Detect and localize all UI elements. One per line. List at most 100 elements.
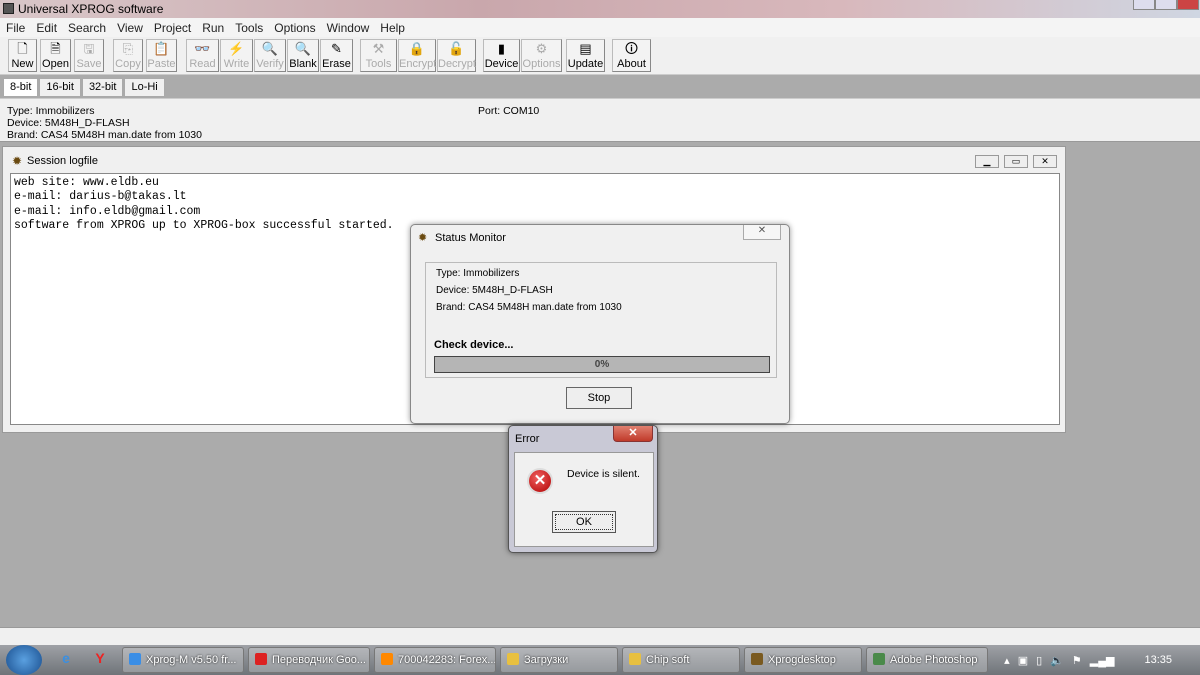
menu-project[interactable]: Project <box>154 21 191 35</box>
toolbar-write-button[interactable]: ⚡ Write <box>220 39 253 72</box>
taskbar-item[interactable]: Xprogdesktop <box>744 647 862 673</box>
session-minimize-button[interactable]: ▁ <box>975 155 999 168</box>
app-icon <box>129 653 141 665</box>
taskbar-item[interactable]: Chip soft <box>622 647 740 673</box>
error-title: Error <box>515 433 540 445</box>
menu-tools[interactable]: Tools <box>235 21 263 35</box>
tray-device-icon[interactable]: ▯ <box>1036 654 1042 667</box>
toolbar-device-button[interactable]: ▮ Device <box>483 39 520 72</box>
toolbar-label: Write <box>223 58 250 70</box>
log-line: e-mail: darius-b@takas.lt <box>14 190 187 204</box>
toolbar-options-button[interactable]: ⚙ Options <box>521 39 562 72</box>
read-icon: 👓 <box>194 41 211 56</box>
toolbar-decrypt-button[interactable]: 🔓 Decrypt <box>437 39 476 72</box>
toolbar-label: Copy <box>115 58 141 70</box>
taskbar-item[interactable]: 700042283: Forex... <box>374 647 496 673</box>
tab-lo-hi[interactable]: Lo-Hi <box>124 78 165 97</box>
open-icon: 🗎 <box>50 41 61 56</box>
minimize-button[interactable] <box>1133 0 1155 10</box>
info-brand: Brand: CAS4 5M48H man.date from 1030 <box>7 129 202 141</box>
toolbar-blank-button[interactable]: 🔍 Blank <box>287 39 319 72</box>
menu-window[interactable]: Window <box>327 21 370 35</box>
start-button[interactable] <box>6 645 42 675</box>
toolbar-about-button[interactable]: 🛈 About <box>612 39 651 72</box>
toolbar-read-button[interactable]: 👓 Read <box>186 39 219 72</box>
error-close-button[interactable]: ✕ <box>613 426 653 442</box>
menu-view[interactable]: View <box>117 21 143 35</box>
toolbar: 🗋 New 🗎 Open 🖫 Save ⎘ Copy 📋 Paste 👓 Read ⚡ Write 🔍 Ver… <box>0 37 1200 75</box>
toolbar-open-button[interactable]: 🗎 Open <box>40 39 71 72</box>
bug-icon: ✹ <box>12 154 23 168</box>
taskbar-item[interactable]: Переводчик Goo... <box>248 647 370 673</box>
toolbar-copy-button[interactable]: ⎘ Copy <box>113 39 143 72</box>
toolbar-new-button[interactable]: 🗋 New <box>8 39 37 72</box>
session-close-button[interactable]: ✕ <box>1033 155 1057 168</box>
app-icon <box>3 3 14 14</box>
taskbar-item[interactable]: Adobe Photoshop <box>866 647 988 673</box>
menu-edit[interactable]: Edit <box>36 21 57 35</box>
network-warning-icon[interactable]: ⚑ <box>1072 654 1082 667</box>
tools-icon: ⚒ <box>372 41 385 56</box>
new-file-icon: 🗋 <box>17 41 28 56</box>
taskbar-item[interactable]: Xprog-M v5.50 fr... <box>122 647 244 673</box>
menu-file[interactable]: File <box>6 21 25 35</box>
menu-search[interactable]: Search <box>68 21 106 35</box>
tray-app-icon[interactable]: ▣ <box>1018 654 1028 667</box>
toolbar-erase-button[interactable]: ✎ Erase <box>320 39 353 72</box>
yandex-icon[interactable]: Y <box>90 650 110 670</box>
taskbar-item-label: Xprogdesktop <box>768 654 836 666</box>
blank-check-icon: 🔍 <box>294 41 312 56</box>
tab-16-bit[interactable]: 16-bit <box>39 78 81 97</box>
status-bar <box>0 627 1200 645</box>
volume-icon[interactable]: 🔈 <box>1050 654 1064 667</box>
progress-bar: 0% <box>434 356 770 373</box>
taskbar-item-label: Chip soft <box>646 654 690 666</box>
tab-32-bit[interactable]: 32-bit <box>81 78 124 97</box>
toolbar-label: Read <box>189 58 216 70</box>
close-button[interactable] <box>1177 0 1199 10</box>
toolbar-label: Open <box>42 58 69 70</box>
stop-button[interactable]: Stop <box>566 387 632 409</box>
app-icon <box>629 653 641 665</box>
bit-mode-tabs: 8-bit 16-bit 32-bit Lo-Hi <box>0 78 166 97</box>
app-icon <box>507 653 519 665</box>
progress-label: 0% <box>594 359 610 370</box>
ok-button[interactable]: OK <box>552 511 616 533</box>
menu-run[interactable]: Run <box>202 21 224 35</box>
menu-options[interactable]: Options <box>274 21 315 35</box>
toolbar-save-button[interactable]: 🖫 Save <box>74 39 104 72</box>
tab-8-bit[interactable]: 8-bit <box>3 78 39 97</box>
toolbar-label: New <box>11 58 34 70</box>
toolbar-tools-button[interactable]: ⚒ Tools <box>360 39 397 72</box>
copy-icon: ⎘ <box>122 41 134 56</box>
toolbar-label: Blank <box>289 58 317 70</box>
toolbar-label: Verify <box>256 58 284 70</box>
app-icon <box>751 653 763 665</box>
error-dialog: Error ✕ ✕ Device is silent. OK <box>508 425 658 553</box>
toolbar-label: Paste <box>147 58 176 70</box>
error-message: Device is silent. <box>567 468 640 480</box>
status-device: Device: 5M48H_D-FLASH <box>436 285 553 296</box>
internet-explorer-icon[interactable]: e <box>56 650 76 670</box>
taskbar-item-label: Xprog-M v5.50 fr... <box>146 654 237 666</box>
toolbar-paste-button[interactable]: 📋 Paste <box>146 39 177 72</box>
signal-icon[interactable]: ▂▄▆ <box>1090 654 1115 667</box>
tray-expand-icon[interactable]: ▴ <box>1004 654 1010 667</box>
info-port: Port: COM10 <box>478 105 540 117</box>
taskbar-item-label: 700042283: Forex... <box>398 654 496 666</box>
clock[interactable]: 13:35 <box>1144 654 1172 666</box>
app-icon <box>873 653 885 665</box>
maximize-button[interactable] <box>1155 0 1177 10</box>
toolbar-encrypt-button[interactable]: 🔒 Encrypt <box>398 39 436 72</box>
session-restore-button[interactable]: ▭ <box>1004 155 1028 168</box>
toolbar-verify-button[interactable]: 🔍 Verify <box>254 39 286 72</box>
taskbar-item[interactable]: Загрузки <box>500 647 618 673</box>
about-icon: 🛈 <box>624 41 639 56</box>
device-info-panel: Type: Immobilizers Device: 5M48H_D-FLASH… <box>0 98 1200 142</box>
toolbar-update-button[interactable]: ▤ Update <box>566 39 605 72</box>
status-monitor-title: Status Monitor <box>435 232 506 244</box>
status-close-button[interactable]: ✕ <box>743 225 781 240</box>
error-icon: ✕ <box>527 468 553 494</box>
menu-help[interactable]: Help <box>380 21 405 35</box>
toolbar-label: Options <box>522 58 561 70</box>
